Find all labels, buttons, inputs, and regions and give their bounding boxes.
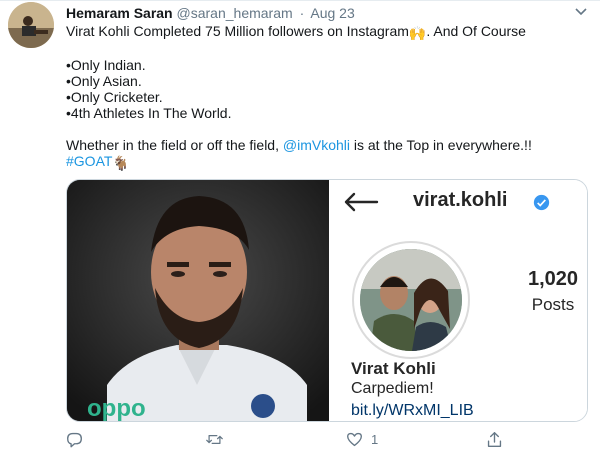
instagram-avatar[interactable] xyxy=(360,249,462,351)
author-handle[interactable]: @saran_hemaram xyxy=(177,5,293,21)
reply-icon xyxy=(67,432,82,447)
like-icon xyxy=(347,432,362,446)
tweet-line-1-text: Virat Kohli Completed 75 Million followe… xyxy=(66,23,409,39)
tweet-line-1-end: . And Of Course xyxy=(426,23,526,39)
like-count: 1 xyxy=(371,431,379,447)
instagram-avatar-ring xyxy=(352,241,470,359)
tweet-actions: 1 xyxy=(66,429,586,449)
tweet-text: Virat Kohli Completed 75 Million followe… xyxy=(66,23,586,171)
tweet-date[interactable]: Aug 23 xyxy=(310,5,354,21)
bullet-item: •Only Indian. xyxy=(66,57,146,73)
portrait-photo[interactable]: oppo xyxy=(67,180,329,422)
tweet-line-1: Virat Kohli Completed 75 Million followe… xyxy=(66,23,586,41)
instagram-posts-label: Posts xyxy=(531,295,575,314)
tweet-closing-line: Whether in the field or off the field, @… xyxy=(66,137,586,153)
header-separator: · xyxy=(299,5,305,21)
reply-button[interactable] xyxy=(66,429,83,449)
raised-hands-icon: 🙌 xyxy=(408,25,427,41)
share-button[interactable] xyxy=(486,429,503,449)
retweet-icon xyxy=(206,434,223,444)
share-icon xyxy=(487,431,502,447)
back-arrow-icon[interactable] xyxy=(343,192,379,212)
bullet-item: •Only Asian. xyxy=(66,73,142,89)
verified-badge-icon xyxy=(533,194,550,211)
mention-link[interactable]: @imVkohli xyxy=(283,137,350,153)
instagram-bio-link[interactable]: bit.ly/WRxMI_LIB xyxy=(351,402,474,420)
closing-text: Whether in the field or off the field, xyxy=(66,137,283,153)
hashtag-link[interactable]: #GOAT xyxy=(66,153,112,169)
like-button[interactable]: 1 xyxy=(346,429,378,449)
retweet-button[interactable] xyxy=(206,429,223,449)
instagram-profile-screenshot[interactable]: virat.kohli 1,020 Posts Virat Kohli Carp… xyxy=(329,180,587,421)
instagram-username: virat.kohli xyxy=(413,189,508,211)
instagram-bio: Carpediem! xyxy=(351,380,434,397)
instagram-posts-count: 1,020 xyxy=(527,268,579,290)
bullet-item: •Only Cricketer. xyxy=(66,89,163,105)
tweet-card[interactable]: Hemaram Saran @saran_hemaram · Aug 23 Vi… xyxy=(0,0,600,450)
svg-text:oppo: oppo xyxy=(87,395,146,422)
author-avatar[interactable] xyxy=(8,2,54,48)
bullet-item: •4th Athletes In The World. xyxy=(66,105,232,121)
closing-text-end: is at the Top in everywhere.!! xyxy=(350,137,532,153)
goat-icon: 🐐 xyxy=(112,155,130,171)
hashtag-line: #GOAT🐐 xyxy=(66,153,586,171)
author-name[interactable]: Hemaram Saran xyxy=(66,5,173,21)
instagram-full-name: Virat Kohli xyxy=(351,359,436,378)
tweet-media[interactable]: oppo virat.kohli 1,020 Posts Virat Kohli… xyxy=(66,179,588,422)
tweet-header: Hemaram Saran @saran_hemaram · Aug 23 xyxy=(66,4,355,22)
chevron-down-icon[interactable] xyxy=(574,7,588,17)
